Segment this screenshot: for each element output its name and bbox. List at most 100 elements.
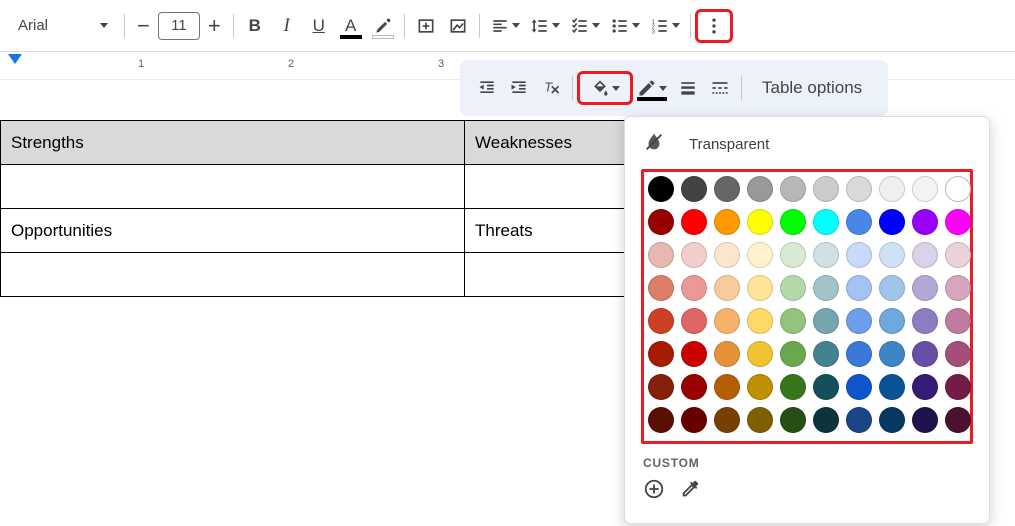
color-swatch[interactable] <box>681 176 707 202</box>
checklist-button[interactable] <box>566 11 604 41</box>
cell[interactable] <box>1 253 465 297</box>
color-swatch[interactable] <box>648 308 674 334</box>
color-swatch[interactable] <box>681 374 707 400</box>
transparent-option[interactable]: Transparent <box>641 131 973 157</box>
color-swatch[interactable] <box>747 374 773 400</box>
color-swatch[interactable] <box>912 275 938 301</box>
bulleted-list-button[interactable] <box>606 11 644 41</box>
color-swatch[interactable] <box>681 242 707 268</box>
color-swatch[interactable] <box>747 176 773 202</box>
color-swatch[interactable] <box>846 374 872 400</box>
fill-color-button[interactable] <box>579 73 631 103</box>
color-swatch[interactable] <box>681 407 707 433</box>
border-style-button[interactable] <box>705 73 735 103</box>
increase-font-size-button[interactable]: + <box>202 13 227 39</box>
color-swatch[interactable] <box>945 407 971 433</box>
numbered-list-button[interactable]: 123 <box>646 11 684 41</box>
color-swatch[interactable] <box>846 209 872 235</box>
color-swatch[interactable] <box>945 242 971 268</box>
color-swatch[interactable] <box>681 275 707 301</box>
font-size-input[interactable]: 11 <box>158 12 200 40</box>
border-width-button[interactable] <box>673 73 703 103</box>
color-swatch[interactable] <box>879 308 905 334</box>
color-swatch[interactable] <box>813 374 839 400</box>
color-swatch[interactable] <box>747 308 773 334</box>
color-swatch[interactable] <box>945 176 971 202</box>
color-swatch[interactable] <box>879 341 905 367</box>
color-swatch[interactable] <box>747 275 773 301</box>
color-swatch[interactable] <box>912 308 938 334</box>
color-swatch[interactable] <box>912 209 938 235</box>
color-swatch[interactable] <box>846 242 872 268</box>
color-swatch[interactable] <box>747 209 773 235</box>
eyedropper-button[interactable] <box>679 478 701 505</box>
color-swatch[interactable] <box>714 242 740 268</box>
highlight-color-button[interactable] <box>368 11 398 41</box>
underline-button[interactable]: U <box>304 11 334 41</box>
color-swatch[interactable] <box>714 341 740 367</box>
color-swatch[interactable] <box>846 176 872 202</box>
color-swatch[interactable] <box>945 308 971 334</box>
color-swatch[interactable] <box>747 407 773 433</box>
bold-button[interactable]: B <box>240 11 270 41</box>
align-button[interactable] <box>486 11 524 41</box>
color-swatch[interactable] <box>912 242 938 268</box>
color-swatch[interactable] <box>648 176 674 202</box>
color-swatch[interactable] <box>648 242 674 268</box>
cell-opportunities[interactable]: Opportunities <box>1 209 465 253</box>
color-swatch[interactable] <box>912 407 938 433</box>
color-swatch[interactable] <box>714 176 740 202</box>
color-swatch[interactable] <box>714 407 740 433</box>
color-swatch[interactable] <box>681 341 707 367</box>
clear-formatting-button[interactable]: T <box>536 73 566 103</box>
color-swatch[interactable] <box>648 407 674 433</box>
color-swatch[interactable] <box>846 341 872 367</box>
color-swatch[interactable] <box>714 209 740 235</box>
table-options-button[interactable]: Table options <box>748 78 876 98</box>
color-swatch[interactable] <box>945 374 971 400</box>
line-spacing-button[interactable] <box>526 11 564 41</box>
color-swatch[interactable] <box>714 308 740 334</box>
color-swatch[interactable] <box>879 209 905 235</box>
color-swatch[interactable] <box>780 374 806 400</box>
color-swatch[interactable] <box>912 374 938 400</box>
color-swatch[interactable] <box>648 209 674 235</box>
color-swatch[interactable] <box>648 374 674 400</box>
color-swatch[interactable] <box>912 176 938 202</box>
color-swatch[interactable] <box>813 407 839 433</box>
color-swatch[interactable] <box>813 275 839 301</box>
color-swatch[interactable] <box>879 275 905 301</box>
color-swatch[interactable] <box>813 176 839 202</box>
cell-strengths[interactable]: Strengths <box>1 121 465 165</box>
indent-decrease-button[interactable] <box>472 73 502 103</box>
color-swatch[interactable] <box>681 308 707 334</box>
color-swatch[interactable] <box>780 176 806 202</box>
insert-link-button[interactable] <box>411 11 441 41</box>
color-swatch[interactable] <box>648 275 674 301</box>
color-swatch[interactable] <box>780 308 806 334</box>
decrease-font-size-button[interactable]: − <box>131 13 156 39</box>
color-swatch[interactable] <box>846 308 872 334</box>
color-swatch[interactable] <box>813 308 839 334</box>
color-swatch[interactable] <box>747 242 773 268</box>
color-swatch[interactable] <box>945 341 971 367</box>
indent-marker[interactable] <box>8 54 22 64</box>
color-swatch[interactable] <box>945 275 971 301</box>
indent-increase-button[interactable] <box>504 73 534 103</box>
cell[interactable] <box>1 165 465 209</box>
border-color-button[interactable] <box>633 73 671 103</box>
italic-button[interactable]: I <box>272 11 302 41</box>
color-swatch[interactable] <box>879 242 905 268</box>
color-swatch[interactable] <box>846 407 872 433</box>
color-swatch[interactable] <box>747 341 773 367</box>
color-swatch[interactable] <box>648 341 674 367</box>
color-swatch[interactable] <box>780 209 806 235</box>
color-swatch[interactable] <box>780 275 806 301</box>
color-swatch[interactable] <box>813 341 839 367</box>
insert-image-button[interactable] <box>443 11 473 41</box>
color-swatch[interactable] <box>780 341 806 367</box>
color-swatch[interactable] <box>714 374 740 400</box>
color-swatch[interactable] <box>945 209 971 235</box>
color-swatch[interactable] <box>879 374 905 400</box>
text-color-button[interactable]: A <box>336 11 366 41</box>
